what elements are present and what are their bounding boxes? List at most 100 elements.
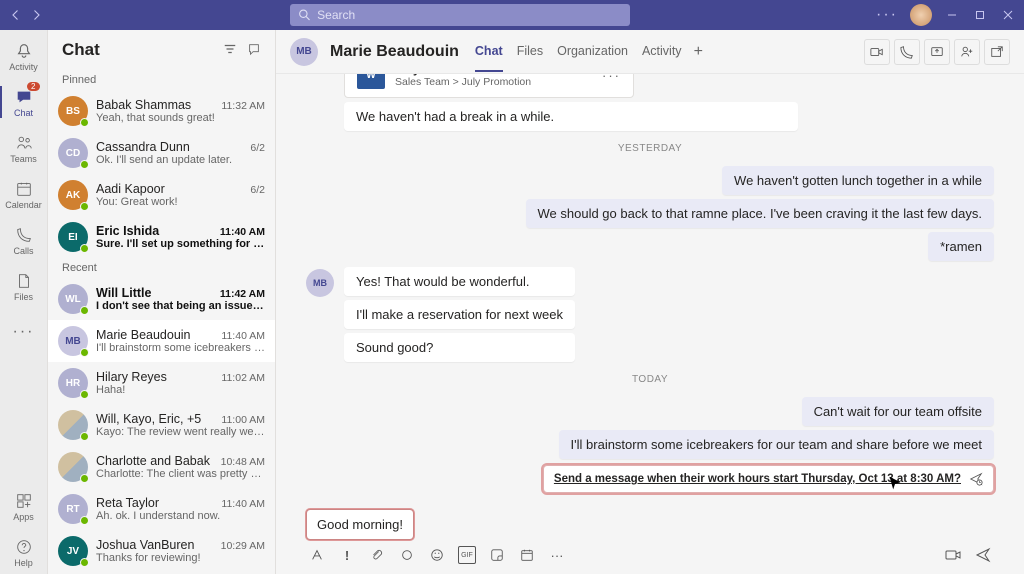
rail-teams[interactable]: Teams: [0, 126, 48, 170]
sticker-button[interactable]: [488, 546, 506, 564]
chat-avatar: CD: [58, 138, 88, 168]
search-box[interactable]: [290, 4, 630, 26]
add-tab-button[interactable]: +: [694, 43, 703, 61]
tab-chat[interactable]: Chat: [475, 32, 503, 72]
new-chat-button[interactable]: [247, 42, 261, 59]
rail-files[interactable]: Files: [0, 264, 48, 308]
date-divider: TODAY: [306, 374, 994, 385]
chat-preview: Ah. ok. I understand now.: [96, 510, 265, 522]
search-input[interactable]: [317, 8, 622, 22]
cursor-icon: [886, 475, 904, 496]
rail-apps[interactable]: Apps: [0, 484, 48, 528]
chat-time: 11:32 AM: [221, 100, 265, 112]
close-button[interactable]: [1000, 7, 1016, 23]
share-screen-button[interactable]: [924, 39, 950, 65]
gif-button[interactable]: GIF: [458, 546, 476, 564]
tab-files[interactable]: Files: [517, 32, 543, 72]
file-more-button[interactable]: ···: [602, 74, 621, 83]
send-button[interactable]: [974, 546, 992, 564]
more-icon: ···: [14, 322, 34, 342]
presence-indicator: [80, 244, 89, 253]
rail-calendar[interactable]: Calendar: [0, 172, 48, 216]
presence-indicator: [80, 306, 89, 315]
chat-list-item[interactable]: CDCassandra Dunn6/2Ok. I'll send an upda…: [48, 132, 275, 174]
rail-activity[interactable]: Activity: [0, 34, 48, 78]
chat-time: 11:40 AM: [221, 330, 265, 342]
calls-icon: [14, 225, 34, 245]
chat-list-item[interactable]: WLWill Little11:42 AMI don't see that be…: [48, 278, 275, 320]
audio-call-button[interactable]: [894, 39, 920, 65]
chat-list-item[interactable]: BSBabak Shammas11:32 AMYeah, that sounds…: [48, 90, 275, 132]
camera-button[interactable]: [944, 546, 962, 564]
priority-button[interactable]: !: [338, 546, 356, 564]
calendar-icon: [14, 179, 34, 199]
file-location: Sales Team > July Promotion: [395, 76, 531, 88]
chat-avatar: [58, 452, 88, 482]
emoji-button[interactable]: [428, 546, 446, 564]
message-row: MBYes! That would be wonderful.I'll make…: [306, 267, 994, 362]
message-bubble: *ramen: [928, 232, 994, 261]
more-compose-button[interactable]: ···: [548, 546, 566, 564]
chat-list-item[interactable]: MBMarie Beaudouin11:40 AMI'll brainstorm…: [48, 320, 275, 362]
compose-area: Good morning! ! GIF ···: [276, 503, 1024, 574]
chat-list-item[interactable]: JVJoshua VanBuren10:29 AMThanks for revi…: [48, 530, 275, 572]
rail-chat[interactable]: Chat2: [0, 80, 48, 124]
back-button[interactable]: [8, 7, 24, 23]
message-row: MBThank you for always being so positive…: [306, 74, 994, 131]
files-icon: [14, 271, 34, 291]
chat-list-item[interactable]: Will, Kayo, Eric, +511:00 AMKayo: The re…: [48, 404, 275, 446]
tab-activity[interactable]: Activity: [642, 32, 682, 72]
chat-time: 10:48 AM: [221, 456, 265, 468]
presence-indicator: [80, 474, 89, 483]
chat-list-item[interactable]: AKAadi Kapoor6/2You: Great work!: [48, 174, 275, 216]
conversation-avatar: MB: [290, 38, 318, 66]
forward-button[interactable]: [28, 7, 44, 23]
more-menu[interactable]: ···: [876, 6, 898, 24]
message-bubble: Sound good?: [344, 333, 575, 362]
filter-button[interactable]: [223, 42, 237, 59]
rail-more[interactable]: ···: [0, 310, 48, 354]
chat-time: 6/2: [250, 184, 265, 196]
file-attachment[interactable]: WJulyPromotion.docxSales Team > July Pro…: [344, 74, 634, 98]
chat-avatar: AK: [58, 180, 88, 210]
chat-name: Cassandra Dunn: [96, 140, 190, 154]
compose-input[interactable]: Good morning!: [306, 509, 414, 540]
video-call-button[interactable]: [864, 39, 890, 65]
add-people-button[interactable]: [954, 39, 980, 65]
rail-calls[interactable]: Calls: [0, 218, 48, 262]
message-bubble: We haven't had a break in a while.: [344, 102, 798, 131]
rail-help[interactable]: Help: [0, 530, 48, 574]
chat-time: 10:29 AM: [221, 540, 265, 552]
minimize-button[interactable]: [944, 7, 960, 23]
chat-list-item[interactable]: Charlotte and Babak10:48 AMCharlotte: Th…: [48, 446, 275, 488]
apps-icon: [14, 491, 34, 511]
date-divider: YESTERDAY: [306, 143, 994, 154]
rail-badge: 2: [27, 82, 39, 91]
chat-avatar: RT: [58, 494, 88, 524]
conversation-header: MB Marie Beaudouin ChatFilesOrganization…: [276, 30, 1024, 74]
tab-organization[interactable]: Organization: [557, 32, 628, 72]
schedule-send-prompt[interactable]: Send a message when their work hours sta…: [543, 465, 994, 493]
chat-list-item[interactable]: HRHilary Reyes11:02 AMHaha!: [48, 362, 275, 404]
attach-button[interactable]: [368, 546, 386, 564]
search-icon: [298, 8, 311, 22]
chat-list-item[interactable]: EIEric Ishida11:40 AMSure. I'll set up s…: [48, 216, 275, 258]
chat-name: Eric Ishida: [96, 224, 159, 238]
schedule-button[interactable]: [518, 546, 536, 564]
chat-preview: Yeah, that sounds great!: [96, 112, 265, 124]
chat-preview: You: Great work!: [96, 196, 265, 208]
message-avatar: MB: [306, 269, 334, 297]
chat-preview: Kayo: The review went really well! Can't…: [96, 426, 265, 438]
presence-indicator: [80, 348, 89, 357]
format-button[interactable]: [308, 546, 326, 564]
chat-list-item[interactable]: RTReta Taylor11:40 AMAh. ok. I understan…: [48, 488, 275, 530]
maximize-button[interactable]: [972, 7, 988, 23]
chat-avatar: HR: [58, 368, 88, 398]
pop-out-button[interactable]: [984, 39, 1010, 65]
user-avatar[interactable]: [910, 4, 932, 26]
presence-indicator: [80, 516, 89, 525]
chat-name: Hilary Reyes: [96, 370, 167, 384]
chat-preview: I'll brainstorm some icebreakers for our…: [96, 342, 265, 354]
loop-button[interactable]: [398, 546, 416, 564]
chat-time: 11:40 AM: [221, 498, 265, 510]
